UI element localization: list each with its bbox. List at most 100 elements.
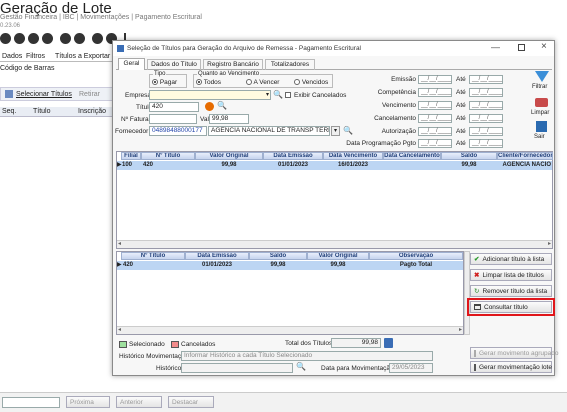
col2-data-emissao[interactable]: Data Emissão — [185, 252, 249, 260]
autorizacao-to[interactable]: __/__/____ — [469, 127, 503, 136]
titulo-search-icon[interactable]: 🔍 — [217, 101, 227, 110]
maximize-icon[interactable] — [518, 44, 525, 51]
col2-num-titulo[interactable]: Nº Título — [121, 252, 185, 260]
programacao-to[interactable]: __/__/____ — [469, 139, 503, 148]
filter-button[interactable]: Filtrar — [531, 71, 553, 93]
bg-remove-button[interactable]: Retirar — [79, 91, 100, 98]
historico-select[interactable] — [181, 363, 293, 373]
add-title-button[interactable]: ✔ Adicionar título à lista — [470, 253, 552, 265]
tab-geral[interactable]: Geral — [118, 58, 145, 70]
remove-icon[interactable] — [74, 33, 85, 44]
cancelamento-from[interactable]: __/__/____ — [418, 114, 452, 123]
calculator-icon[interactable] — [384, 338, 393, 348]
remove-title-button[interactable]: ↻ Remover título da lista — [470, 285, 552, 297]
cell-valor-original: 99,98 — [221, 162, 237, 168]
bg-tab-dados[interactable]: Dados — [2, 53, 22, 60]
bg-tab-filtros[interactable]: Filtros — [26, 53, 45, 60]
nfatura-input[interactable] — [149, 114, 197, 124]
tab-totalizadores[interactable]: Totalizadores — [265, 59, 315, 70]
prev-record-icon[interactable] — [14, 33, 25, 44]
bg-tab-titulos[interactable]: Títulos a Exportar — [55, 53, 110, 60]
funnel-icon — [535, 71, 549, 82]
app-icon — [117, 45, 124, 52]
venc-avencer-option[interactable]: A Vencer — [246, 79, 279, 86]
tab-registro-bancario[interactable]: Registro Bancário — [203, 59, 263, 70]
historico-search-icon[interactable]: 🔍 — [296, 362, 306, 371]
fornecedor-search-icon[interactable]: 🔍 — [343, 126, 353, 135]
exibir-cancelados-checkbox[interactable] — [285, 92, 291, 98]
col-filial[interactable]: Filial — [121, 152, 141, 160]
confirm-icon[interactable] — [92, 33, 103, 44]
col-data-vencimento[interactable]: Data Vencimento — [323, 152, 383, 160]
version-label: 0.23.06 — [0, 23, 21, 29]
valor-input[interactable]: 99,98 — [209, 114, 249, 124]
exit-label: Sair — [534, 134, 545, 140]
venc-vencidos-option[interactable]: Vencidos — [294, 79, 328, 86]
emissao-to[interactable]: __/__/____ — [469, 75, 503, 84]
fornecedor-dropdown-icon[interactable]: ▾ — [331, 126, 340, 136]
gerar-agrupado-button[interactable]: Gerar movimento agrupado — [470, 347, 559, 359]
titulo-lookup-icon[interactable] — [205, 102, 214, 111]
autorizacao-from[interactable]: __/__/____ — [418, 127, 452, 136]
highlight-button[interactable]: Destacar — [168, 396, 214, 408]
consult-title-button[interactable]: Consultar título — [467, 298, 555, 316]
first-record-icon[interactable] — [0, 33, 11, 44]
data-mov-input[interactable]: 29/05/2023 — [389, 363, 433, 373]
col-cliente-fornecedor[interactable]: Cliente/Fornecedor — [497, 152, 553, 160]
scroll-right-icon[interactable]: ▸ — [459, 326, 462, 333]
competencia-ate: Até — [456, 89, 466, 96]
minimize-icon[interactable]: — — [491, 42, 500, 52]
cancelled-swatch — [171, 341, 179, 348]
col-data-emissao[interactable]: Data Emissão — [263, 152, 323, 160]
clear-button[interactable]: Limpar — [531, 97, 553, 119]
fornecedor-name-input[interactable]: AGENCIA NACIONAL DE TRANSP TERRESTRES — [208, 126, 330, 136]
programacao-ate: Até — [456, 140, 466, 147]
venc-avencer-radio[interactable] — [246, 79, 252, 86]
hist-mov-select[interactable]: Informar Histórico a cada Título Selecio… — [181, 351, 433, 361]
venc-todos-radio[interactable] — [196, 79, 202, 86]
fornecedor-code-input[interactable]: 04898488000177 — [149, 126, 207, 136]
emissao-from[interactable]: __/__/____ — [418, 75, 452, 84]
empresa-search-icon[interactable]: 🔍 — [273, 90, 283, 99]
venc-vencidos-radio[interactable] — [294, 79, 300, 86]
add-icon[interactable] — [60, 33, 71, 44]
col2-saldo[interactable]: Saldo — [249, 252, 307, 260]
grid1-horizontal-scrollbar[interactable]: ◂ ▸ — [117, 240, 552, 248]
competencia-to[interactable]: __/__/____ — [469, 88, 503, 97]
col-saldo[interactable]: Saldo — [441, 152, 497, 160]
programacao-from[interactable]: __/__/____ — [418, 139, 452, 148]
prev-page-button[interactable]: Anterior — [116, 396, 162, 408]
bottom-search-input[interactable] — [2, 397, 60, 408]
vencimento-to[interactable]: __/__/____ — [469, 101, 503, 110]
col-valor-original[interactable]: Valor Original — [195, 152, 263, 160]
last-record-icon[interactable] — [42, 33, 53, 44]
empresa-select[interactable]: ▾ — [149, 90, 271, 100]
bg-select-button[interactable]: Selecionar Títulos — [16, 91, 72, 98]
table-row[interactable]: ▶ 420 01/01/2023 99,98 99,98 Pagto Total — [117, 261, 463, 270]
tab-dados-titulo[interactable]: Dados do Título — [147, 59, 201, 70]
scroll-left-icon[interactable]: ◂ — [118, 240, 121, 247]
gerar-lote-button[interactable]: Gerar movimentação lote — [470, 361, 552, 373]
col-num-titulo[interactable]: Nº Título — [141, 152, 195, 160]
cancelamento-to[interactable]: __/__/____ — [469, 114, 503, 123]
tipo-pagar-option[interactable]: Pagar — [152, 79, 177, 86]
exit-button[interactable]: Sair — [531, 121, 553, 143]
col2-valor-original[interactable]: Valor Original — [307, 252, 369, 260]
col-data-cancelamento[interactable]: Data Cancelamento — [383, 152, 441, 160]
vencimento-from[interactable]: __/__/____ — [418, 101, 452, 110]
grid2-horizontal-scrollbar[interactable]: ◂ ▸ — [117, 326, 463, 334]
scroll-left-icon[interactable]: ◂ — [118, 326, 121, 333]
table-row[interactable]: ▶ 100 420 99,98 01/01/2023 16/01/2023 99… — [117, 161, 552, 170]
col2-observacao[interactable]: Observação — [369, 252, 463, 260]
close-icon[interactable]: × — [541, 41, 547, 52]
next-page-button[interactable]: Próxima — [66, 396, 110, 408]
document-icon — [474, 363, 476, 371]
clear-list-button[interactable]: ✖ Limpar lista de títulos — [470, 269, 552, 281]
titulo-input[interactable]: 420 — [149, 102, 199, 112]
next-record-icon[interactable] — [28, 33, 39, 44]
competencia-from[interactable]: __/__/____ — [418, 88, 452, 97]
venc-todos-option[interactable]: Todos — [196, 79, 221, 86]
scroll-right-icon[interactable]: ▸ — [548, 240, 551, 247]
tipo-pagar-radio[interactable] — [152, 79, 158, 86]
fornecedor-label: Fornecedor — [115, 128, 149, 135]
